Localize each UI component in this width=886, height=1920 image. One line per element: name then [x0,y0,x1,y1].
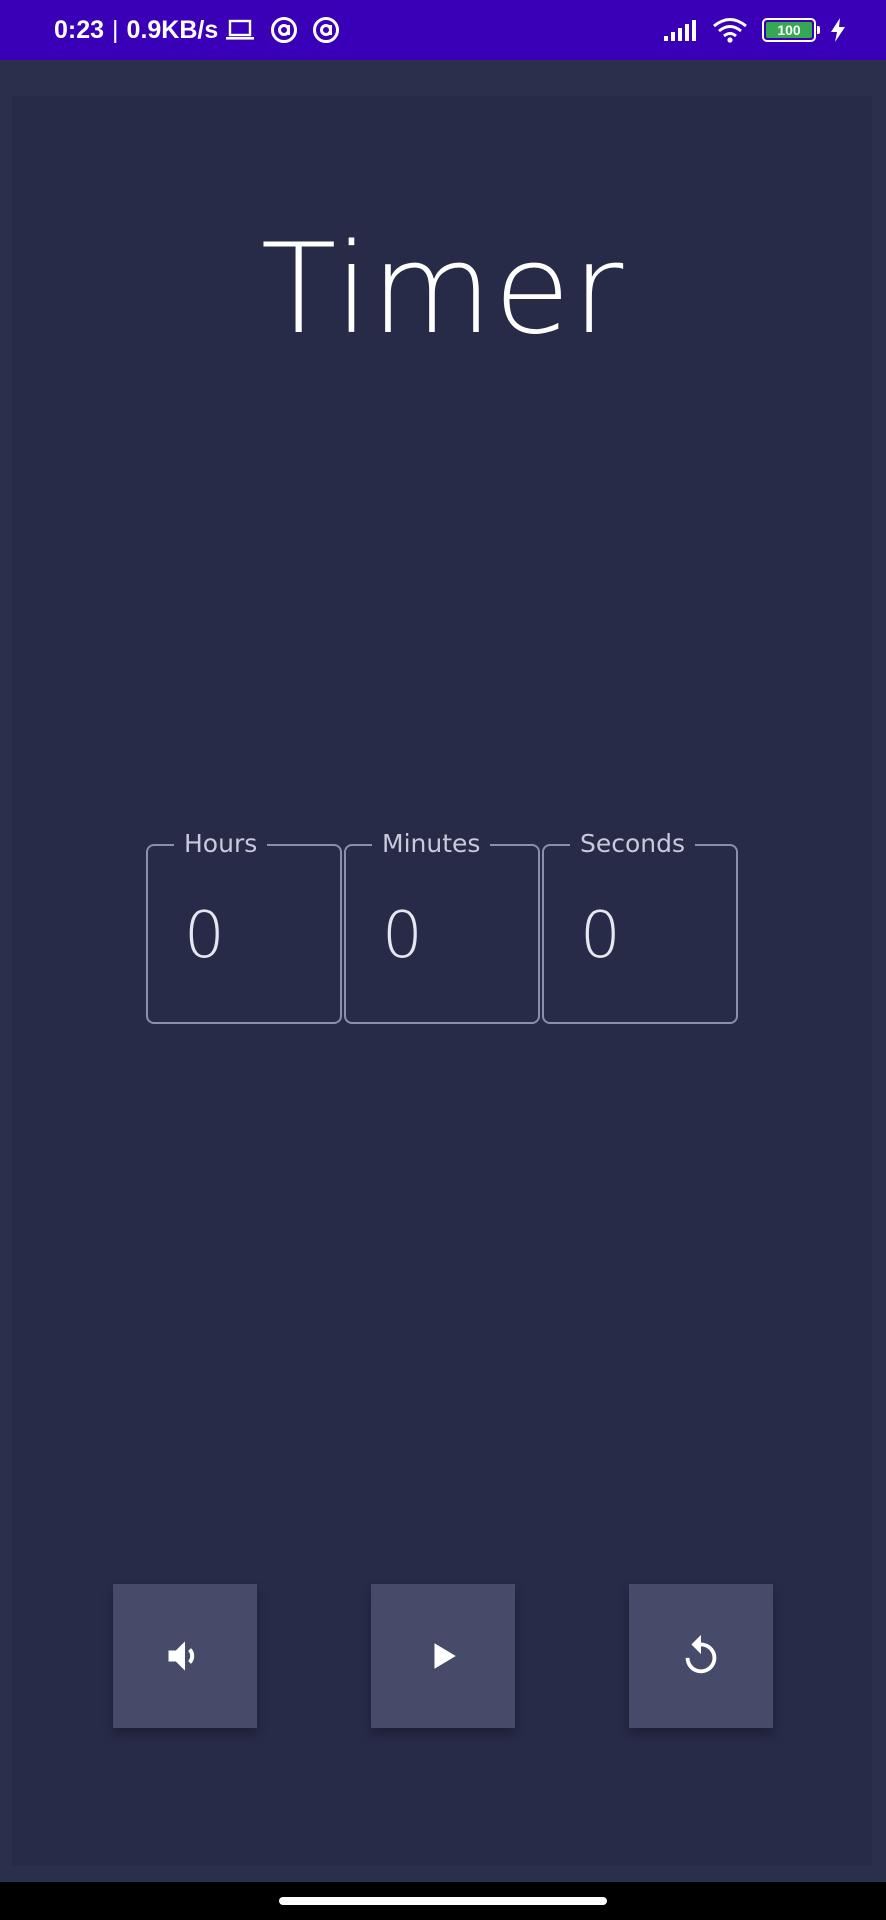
charging-icon [830,18,846,42]
volume-icon [163,1634,207,1678]
hours-label: Hours [174,826,268,862]
at-sign-icon [270,16,298,44]
battery-level: 100 [777,22,801,38]
seconds-value[interactable]: 0 [580,904,621,968]
navigation-bar [0,1882,886,1920]
play-button[interactable] [371,1584,515,1728]
signal-icon [664,19,698,41]
battery-tip [817,26,820,34]
minutes-field[interactable]: Minutes 0 [344,826,540,1024]
status-separator: | [112,15,119,44]
battery-icon: 100 [762,18,820,42]
minutes-value[interactable]: 0 [382,904,423,968]
status-bar: 0:23 | 0.9KB/s 100 [0,0,886,60]
laptop-icon [226,19,255,41]
wifi-icon [712,16,748,44]
hours-field[interactable]: Hours 0 [146,826,342,1024]
status-net-speed: 0.9KB/s [126,15,219,44]
play-icon [426,1639,460,1673]
volume-button[interactable] [113,1584,257,1728]
reset-icon [678,1633,724,1679]
seconds-field[interactable]: Seconds 0 [542,826,738,1024]
seconds-label: Seconds [570,826,696,862]
minutes-label: Minutes [372,826,491,862]
home-indicator[interactable] [279,1897,607,1905]
at-sign-icon [312,16,340,44]
status-time: 0:23 [54,15,105,44]
reset-button[interactable] [629,1584,773,1728]
page-title: Timer [260,218,626,362]
status-left: 0:23 | 0.9KB/s [54,0,340,60]
hours-value[interactable]: 0 [184,904,225,968]
status-right: 100 [664,0,846,60]
